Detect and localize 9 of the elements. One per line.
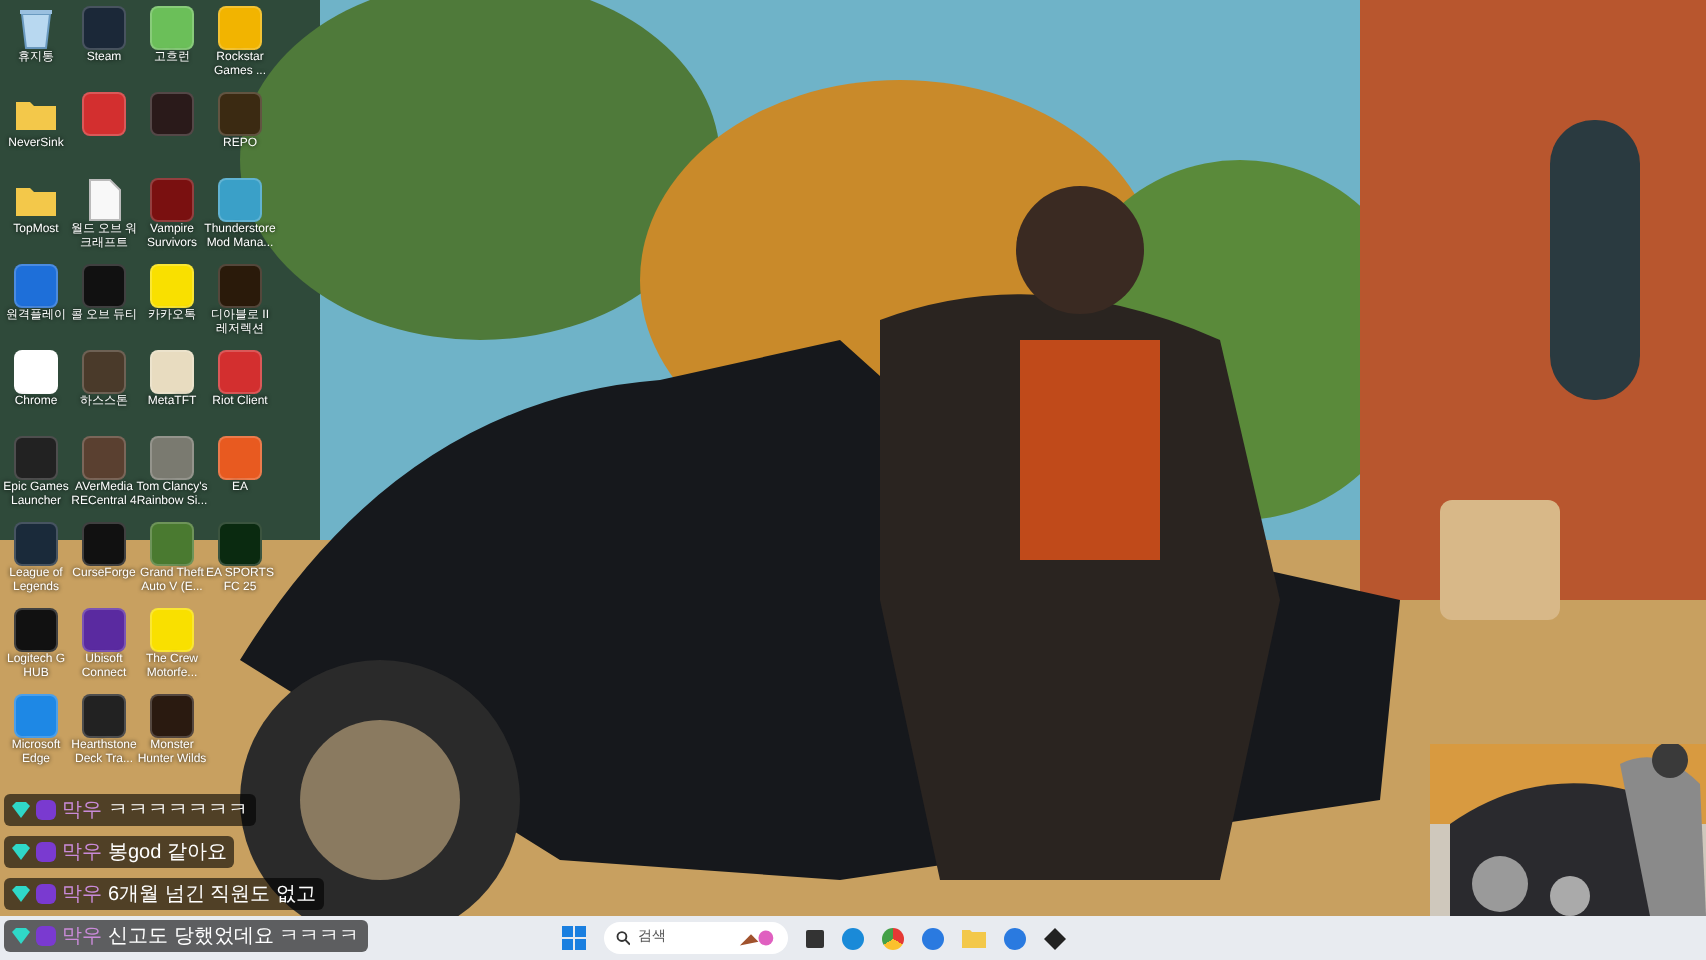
search-icon bbox=[615, 930, 630, 946]
diamond-icon[interactable] bbox=[1043, 927, 1065, 949]
chat-text: 신고도 당했었데요 ㅋㅋㅋㅋ bbox=[108, 923, 360, 951]
task-view-icon[interactable] bbox=[805, 929, 823, 947]
search-highlight-icon bbox=[737, 928, 775, 948]
start-icon[interactable] bbox=[561, 926, 585, 950]
badge-icon bbox=[36, 926, 56, 946]
diamond-icon bbox=[12, 928, 30, 944]
chat-username: 막우 bbox=[62, 923, 102, 951]
